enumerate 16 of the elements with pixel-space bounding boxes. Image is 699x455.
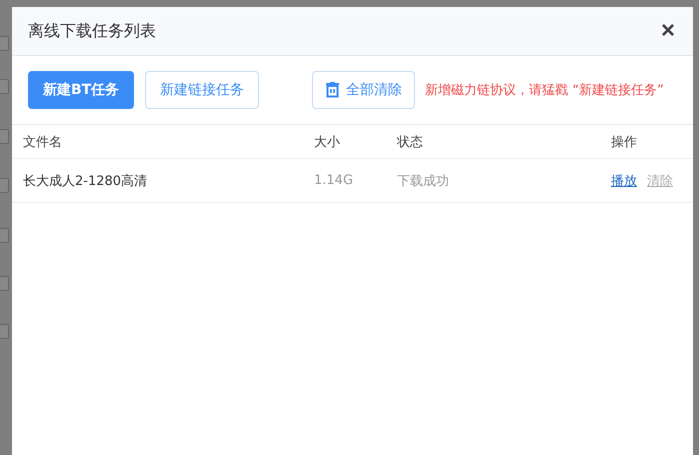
new-link-task-button[interactable]: 新建链接任务 bbox=[145, 71, 260, 109]
table-cell-text: 长大成人2-1280高清 bbox=[23, 172, 148, 190]
close-button[interactable]: × bbox=[658, 19, 677, 43]
clear-all-button[interactable]: 全部清除 bbox=[312, 71, 416, 109]
clear-link[interactable]: 清除 bbox=[647, 172, 673, 190]
dialog-title: 离线下载任务列表 bbox=[28, 20, 156, 42]
column-header: 大小 bbox=[314, 134, 341, 150]
column-header: 操作 bbox=[611, 134, 638, 150]
column-header: 文件名 bbox=[23, 134, 63, 150]
play-link[interactable]: 播放 bbox=[611, 172, 637, 190]
table-cell-text: 1.14G bbox=[314, 173, 354, 188]
trash-icon bbox=[325, 82, 340, 98]
column-header: 状态 bbox=[397, 134, 424, 150]
new-bt-task-button[interactable]: 新建BT任务 bbox=[28, 71, 134, 109]
table-cell-text: 下载成功 bbox=[397, 172, 450, 190]
notice-text: 新增磁力链协议，请猛戳 “新建链接任务” bbox=[425, 82, 664, 99]
